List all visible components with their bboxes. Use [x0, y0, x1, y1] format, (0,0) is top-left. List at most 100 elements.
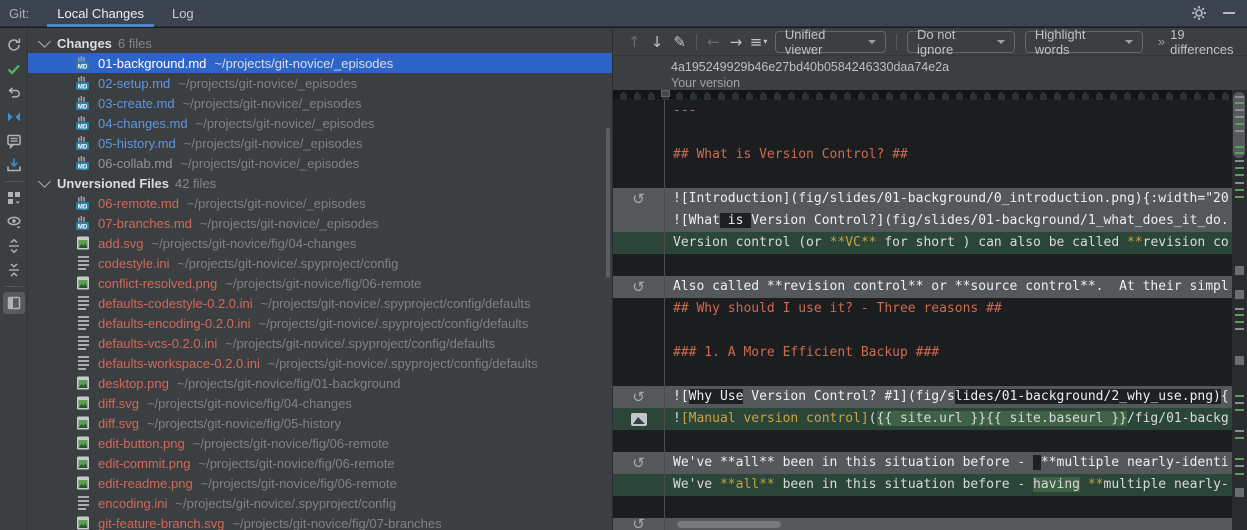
group-by-icon[interactable]: [3, 187, 25, 209]
file-row[interactable]: desktop.png ~/projects/git-novice/fig/01-…: [28, 373, 612, 393]
comment-icon[interactable]: [3, 130, 25, 152]
revert-chunk-icon[interactable]: ↺: [632, 518, 645, 530]
code-text[interactable]: ![Introduction](fig/slides/01-background…: [665, 188, 1247, 210]
code-text[interactable]: [665, 320, 1247, 342]
file-row[interactable]: codestyle.ini ~/projects/git-novice/.spyp…: [28, 253, 612, 273]
code-text[interactable]: ![Why Use Version Control? #1](fig/slide…: [665, 386, 1247, 408]
code-text[interactable]: We've **all** been in this situation bef…: [665, 452, 1247, 474]
file-row[interactable]: edit-button.png ~/projects/git-novice/fig…: [28, 433, 612, 453]
diff-stripe-marker[interactable]: [1235, 290, 1244, 299]
diff-stripe-marker[interactable]: [1235, 266, 1244, 275]
diff-stripe-marker[interactable]: [1235, 174, 1244, 176]
horizontal-scrollbar-thumb[interactable]: [677, 521, 781, 528]
diff-stripe-marker[interactable]: [1235, 473, 1244, 475]
converge-arrows-icon[interactable]: [3, 106, 25, 128]
view-options-icon[interactable]: [3, 211, 25, 233]
file-row[interactable]: diff.svg ~/projects/git-novice/fig/04-cha…: [28, 393, 612, 413]
file-list-scrollbar[interactable]: [606, 128, 610, 278]
file-row[interactable]: MD 05-history.md ~/projects/git-novice/_ep…: [28, 133, 612, 153]
diff-stripe-marker[interactable]: [1235, 402, 1244, 404]
diff-stripe-marker[interactable]: [1235, 488, 1244, 497]
apply-patch-icon[interactable]: [3, 154, 25, 176]
file-row[interactable]: diff.svg ~/projects/git-novice/fig/05-his…: [28, 413, 612, 433]
file-row[interactable]: MD 02-setup.md ~/projects/git-novice/_epis…: [28, 73, 612, 93]
expand-all-icon[interactable]: [3, 235, 25, 257]
code-text[interactable]: [665, 364, 1247, 386]
collapse-all-icon[interactable]: [3, 259, 25, 281]
file-row[interactable]: MD 03-create.md ~/projects/git-novice/_epi…: [28, 93, 612, 113]
diff-stripe-marker[interactable]: [1235, 437, 1244, 439]
tab-local-changes[interactable]: Local Changes: [43, 0, 158, 27]
revert-chunk-icon[interactable]: ↺: [632, 188, 645, 210]
diff-stripe-marker[interactable]: [1235, 465, 1244, 467]
tab-log[interactable]: Log: [158, 0, 208, 27]
code-text[interactable]: Version control (or **VC** for short ) c…: [665, 232, 1247, 254]
code-text[interactable]: ---: [665, 100, 1247, 122]
code-text[interactable]: ### 1. A More Efficient Backup ###: [665, 342, 1247, 364]
file-row[interactable]: MD 04-changes.md ~/projects/git-novice/_ep…: [28, 113, 612, 133]
viewer-mode-dropdown[interactable]: Unified viewer: [774, 27, 887, 57]
code-text[interactable]: [665, 254, 1247, 276]
diff-stripe-marker[interactable]: [1235, 130, 1244, 132]
revert-chunk-icon[interactable]: ↺: [632, 386, 645, 408]
diff-stripe-marker[interactable]: [1235, 189, 1244, 191]
jump-to-source-icon[interactable]: ✎: [668, 31, 691, 53]
refresh-icon[interactable]: [3, 34, 25, 56]
revert-chunk-icon[interactable]: ↺: [632, 452, 645, 474]
diff-stripe-marker[interactable]: [1235, 182, 1244, 184]
diff-stripe-marker[interactable]: [1235, 308, 1244, 310]
section-header-unversioned-files[interactable]: Unversioned Files 42 files: [28, 173, 612, 193]
code-text[interactable]: ## What is Version Control? ##: [665, 144, 1247, 166]
diff-stripe-marker[interactable]: [1235, 146, 1244, 148]
gear-icon[interactable]: [1187, 1, 1211, 25]
next-file-icon[interactable]: →: [725, 31, 748, 53]
diff-stripe-marker[interactable]: [1235, 196, 1244, 198]
toolbar-overflow-icon[interactable]: »: [1158, 34, 1165, 49]
diff-stripe-marker[interactable]: [1235, 314, 1244, 316]
file-row[interactable]: encoding.ini ~/projects/git-novice/.spypr…: [28, 493, 612, 513]
code-text[interactable]: We've **all** been in this situation bef…: [665, 474, 1247, 496]
commit-check-icon[interactable]: [3, 58, 25, 80]
file-row[interactable]: defaults-codestyle-0.2.0.ini ~/projects/g…: [28, 293, 612, 313]
file-row[interactable]: conflict-resolved.png ~/projects/git-novi…: [28, 273, 612, 293]
code-text[interactable]: ![Manual version control]({{ site.url }}…: [665, 408, 1247, 430]
file-row[interactable]: defaults-encoding-0.2.0.ini ~/projects/gi…: [28, 313, 612, 333]
error-stripe[interactable]: [1232, 90, 1247, 530]
rollback-icon[interactable]: [3, 82, 25, 104]
diff-editor[interactable]: --- ## What is Version Control? ## ↺ ![Intr…: [613, 90, 1247, 530]
file-row[interactable]: MD 07-branches.md ~/projects/git-novice/_e…: [28, 213, 612, 233]
file-row[interactable]: MD 01-background.md ~/projects/git-novice/…: [28, 53, 612, 73]
diff-stripe-marker[interactable]: [1235, 116, 1244, 118]
file-row[interactable]: git-feature-branch.svg ~/projects/git-nov…: [28, 513, 612, 530]
file-row[interactable]: add.svg ~/projects/git-novice/fig/04-chan…: [28, 233, 612, 253]
diff-stripe-marker[interactable]: [1235, 328, 1244, 330]
highlight-mode-dropdown[interactable]: Highlight words: [1024, 27, 1143, 57]
section-header-changes[interactable]: Changes 6 files: [28, 33, 612, 53]
diff-stripe-marker[interactable]: [1235, 458, 1244, 460]
diff-stripe-marker[interactable]: [1235, 356, 1244, 365]
file-row[interactable]: defaults-vcs-0.2.0.ini ~/projects/git-nov…: [28, 333, 612, 353]
image-preview-icon[interactable]: [630, 412, 647, 426]
diff-stripe-marker[interactable]: [1235, 167, 1244, 169]
diff-stripe-marker[interactable]: [1235, 430, 1244, 432]
code-text[interactable]: ## Why should I use it? - Three reasons …: [665, 298, 1247, 320]
code-text[interactable]: [665, 166, 1247, 188]
file-row[interactable]: edit-readme.png ~/projects/git-novice/fig…: [28, 473, 612, 493]
code-text[interactable]: [665, 122, 1247, 144]
fold-marker[interactable]: [661, 90, 670, 97]
diff-stripe-marker[interactable]: [1235, 109, 1244, 111]
diff-stripe-marker[interactable]: [1235, 321, 1244, 323]
code-text[interactable]: [665, 430, 1247, 452]
minimize-icon[interactable]: [1217, 1, 1241, 25]
diff-stripe-marker[interactable]: [1235, 395, 1244, 397]
file-row[interactable]: MD 06-collab.md ~/projects/git-novice/_epi…: [28, 153, 612, 173]
code-text[interactable]: ![What is Version Control?](fig/slides/0…: [665, 210, 1247, 232]
file-row[interactable]: MD 06-remote.md ~/projects/git-novice/_epi…: [28, 193, 612, 213]
file-row[interactable]: edit-commit.png ~/projects/git-novice/fig…: [28, 453, 612, 473]
collapsed-region[interactable]: [613, 90, 1247, 100]
file-row[interactable]: defaults-workspace-0.2.0.ini ~/projects/g…: [28, 353, 612, 373]
code-text[interactable]: [665, 496, 1247, 518]
next-difference-icon[interactable]: ↓: [646, 31, 669, 53]
diff-stripe-marker[interactable]: [1235, 123, 1244, 125]
diff-stripe-marker[interactable]: [1235, 152, 1244, 154]
